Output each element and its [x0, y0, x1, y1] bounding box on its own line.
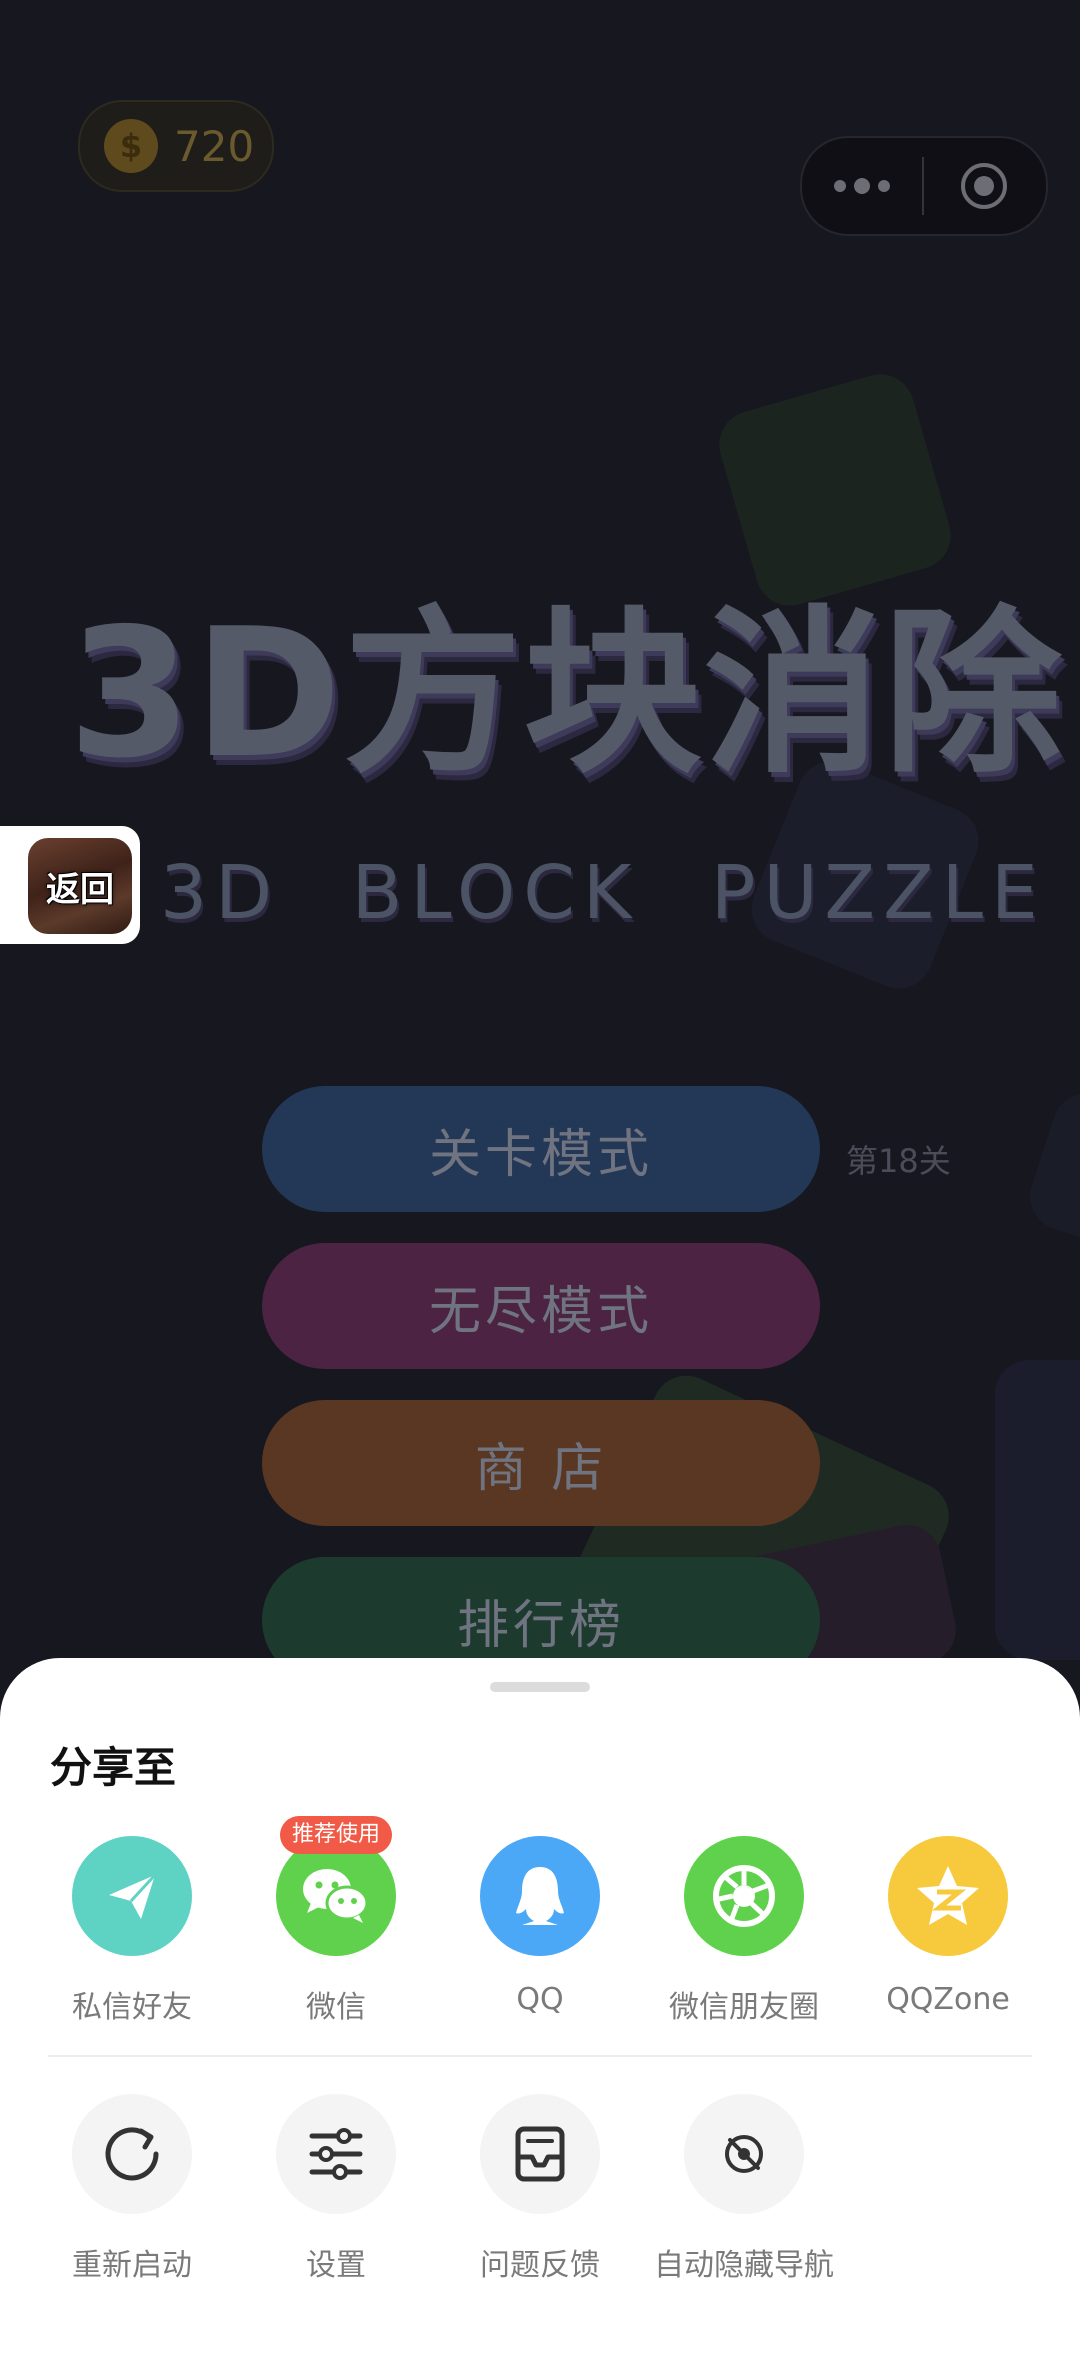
share-label: QQ	[516, 1982, 564, 2017]
restart-icon	[105, 2127, 159, 2181]
auto-hide-navigation-button[interactable]: 自动隐藏导航	[642, 2094, 846, 2284]
menu-button-label: 商 店	[474, 1438, 608, 1499]
settings-sliders-icon	[309, 2128, 363, 2180]
background-block	[995, 1360, 1080, 1660]
qzone-star-icon	[917, 1866, 979, 1925]
action-label: 设置	[306, 2248, 366, 2283]
share-wechat[interactable]: 推荐使用 微信	[234, 1816, 438, 2026]
paper-plane-icon	[109, 1873, 157, 1919]
wechat-icon	[303, 1869, 369, 1923]
mini-program-capsule	[800, 136, 1048, 236]
dot-icon	[834, 180, 846, 192]
dot-icon	[854, 178, 870, 194]
shop-button[interactable]: 商 店	[262, 1400, 820, 1526]
action-icon-circle	[684, 2094, 804, 2214]
share-moments[interactable]: 微信朋友圈	[642, 1836, 846, 2026]
share-qq[interactable]: QQ	[438, 1836, 642, 2017]
share-label: 私信好友	[72, 1990, 192, 2025]
endless-mode-button[interactable]: 无尽模式	[262, 1243, 820, 1369]
action-label: 问题反馈	[480, 2248, 600, 2283]
qq-penguin-icon	[516, 1867, 564, 1925]
share-icon-circle: 推荐使用	[276, 1816, 396, 1956]
screen: $ 720 3D方块消除 3D BLOCK PUZZLE 返回 关卡模式 第18…	[0, 0, 1080, 2376]
settings-button[interactable]: 设置	[234, 2094, 438, 2284]
share-label: 微信朋友圈	[669, 1990, 819, 2025]
close-mini-program-button[interactable]	[924, 138, 1044, 234]
dot-icon	[878, 180, 890, 192]
share-icon-circle	[684, 1836, 804, 1956]
coin-counter: $ 720	[78, 100, 274, 192]
game-title-english: 3D BLOCK PUZZLE	[160, 850, 1046, 936]
hide-navigation-icon	[725, 2135, 763, 2173]
back-label: 返回	[46, 869, 114, 910]
game-title-chinese: 3D方块消除	[68, 590, 1064, 797]
target-icon	[961, 163, 1007, 209]
share-label: QQZone	[886, 1982, 1010, 2017]
action-icon-circle	[276, 2094, 396, 2214]
sheet-divider	[48, 2055, 1032, 2057]
level-indicator: 第18关	[846, 1142, 951, 1180]
menu-button-label: 排行榜	[456, 1595, 625, 1656]
feedback-icon	[515, 2126, 565, 2182]
action-label: 重新启动	[72, 2248, 192, 2283]
moments-shutter-icon	[713, 1865, 775, 1927]
share-qzone[interactable]: QQZone	[846, 1836, 1050, 2017]
action-icon-circle	[480, 2094, 600, 2214]
feedback-button[interactable]: 问题反馈	[438, 2094, 642, 2284]
share-sheet: 分享至 私信好友 推荐使用 微信 QQ 微信朋友圈 QQZone 重新启动 设置…	[0, 1658, 1080, 2376]
back-button[interactable]: 返回	[0, 826, 140, 944]
restart-button[interactable]: 重新启动	[30, 2094, 234, 2284]
sheet-grabber[interactable]	[490, 1682, 590, 1692]
menu-button-label: 无尽模式	[428, 1281, 653, 1342]
coin-count: 720	[174, 121, 255, 171]
background-block	[1021, 1084, 1080, 1256]
share-sheet-title: 分享至	[50, 1743, 177, 1792]
action-icon-circle	[72, 2094, 192, 2214]
back-game-icon: 返回	[28, 838, 132, 934]
recommended-badge: 推荐使用	[280, 1816, 393, 1854]
share-icon-circle	[72, 1836, 192, 1956]
share-icon-circle	[480, 1836, 600, 1956]
level-mode-button[interactable]: 关卡模式	[262, 1086, 820, 1212]
coin-icon: $	[104, 119, 158, 173]
more-menu-button[interactable]	[802, 138, 922, 234]
share-private-message[interactable]: 私信好友	[30, 1836, 234, 2026]
action-label: 自动隐藏导航	[654, 2248, 834, 2283]
menu-button-label: 关卡模式	[428, 1124, 653, 1185]
share-icon-circle	[888, 1836, 1008, 1956]
share-label: 微信	[306, 1990, 366, 2025]
